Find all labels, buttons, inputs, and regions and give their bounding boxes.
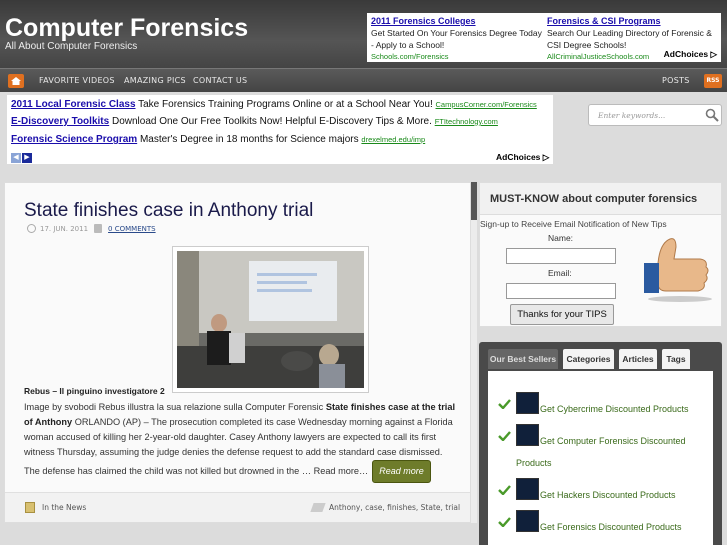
product-link[interactable]: Get Hackers Discounted Products <box>540 484 676 506</box>
product-thumbnail[interactable] <box>516 392 539 414</box>
ad-body: Search Our Leading Directory of Forensic… <box>547 28 712 50</box>
ad-url[interactable]: Schools.com/Forensics <box>371 51 543 63</box>
post-date: 17. JUN. 2011 <box>40 225 89 233</box>
tab-articles[interactable]: Articles <box>619 349 657 369</box>
link-ad-title[interactable]: 2011 Local Forensic Class <box>11 99 136 110</box>
product-thumbnail[interactable] <box>516 424 539 446</box>
rss-icon[interactable]: RSS <box>704 74 722 88</box>
link-ad-url[interactable]: FTItechnology.com <box>435 117 498 126</box>
tag-icon <box>310 503 326 512</box>
product-thumbnail[interactable] <box>516 478 539 500</box>
product-thumbnail[interactable] <box>516 510 539 532</box>
adchoices-link[interactable]: AdChoices ▷ <box>496 152 549 163</box>
product-link[interactable]: Products <box>516 452 552 474</box>
link-ad-unit: 2011 Local Forensic Class Take Forensics… <box>7 95 553 164</box>
adchoices-icon: ▷ <box>542 152 550 162</box>
clock-icon <box>27 224 36 233</box>
search-input[interactable]: Enter keywords... <box>598 111 665 120</box>
folder-icon <box>25 502 35 513</box>
link-ad-row[interactable]: Forensic Science Program Master's Degree… <box>11 134 425 145</box>
subscribe-button[interactable]: Thanks for your TIPS <box>510 304 614 325</box>
nav-item-favorite-videos[interactable]: FAVORITE VIDEOS <box>39 76 115 85</box>
product-link[interactable]: Get Forensics Discounted Products <box>540 516 682 538</box>
email-label: Email: <box>548 268 572 278</box>
excerpt-text: Image by svobodi Rebus illustra la sua r… <box>24 402 326 412</box>
home-icon[interactable] <box>8 74 24 88</box>
site-subtitle: All About Computer Forensics <box>5 41 138 52</box>
read-more-button[interactable]: Read more <box>372 460 431 483</box>
widget-title: MUST-KNOW about computer forensics <box>480 183 721 215</box>
link-ad-body: Master's Degree in 18 months for Science… <box>139 134 359 145</box>
link-ad-body: Take Forensics Training Programs Online … <box>138 99 433 110</box>
post-excerpt: Image by svobodi Rebus illustra la sua r… <box>24 400 459 483</box>
newsletter-widget: MUST-KNOW about computer forensics Sign-… <box>479 182 722 327</box>
next-arrow-icon[interactable]: ▶ <box>22 153 32 163</box>
tabs-widget: Our Best Sellers Categories Articles Tag… <box>479 342 722 545</box>
prev-arrow-icon[interactable]: ◀ <box>11 153 21 163</box>
checkmark-icon <box>498 485 511 495</box>
checkmark-icon <box>498 431 511 441</box>
adchoices-link[interactable]: AdChoices ▷ <box>664 49 717 60</box>
product-link[interactable]: Get Cybercrime Discounted Products <box>540 398 689 420</box>
tab-categories[interactable]: Categories <box>563 349 614 369</box>
site-header: Computer Forensics All About Computer Fo… <box>0 0 727 68</box>
ad-title[interactable]: Forensics & CSI Programs <box>547 15 719 27</box>
link-ad-row[interactable]: E-Discovery Toolkits Download One Our Fr… <box>11 116 498 127</box>
comment-icon <box>94 224 103 233</box>
link-ad-pager: ◀ ▶ <box>11 151 33 163</box>
name-field[interactable] <box>506 248 616 264</box>
link-ad-title[interactable]: E-Discovery Toolkits <box>11 116 109 127</box>
category-link[interactable]: In the News <box>42 503 86 512</box>
post-meta: 17. JUN. 2011 0 COMMENTS <box>27 224 156 233</box>
link-ad-url[interactable]: CampusCorner.com/Forensics <box>436 100 537 109</box>
thumbs-up-icon <box>644 238 712 302</box>
post-card: State finishes case in Anthony trial 17.… <box>4 182 471 523</box>
tab-tags[interactable]: Tags <box>662 349 690 369</box>
search-box[interactable]: Enter keywords... <box>588 104 722 126</box>
presentation-photo <box>177 251 364 388</box>
nav-item-contact-us[interactable]: CONTACT US <box>193 76 247 85</box>
header-ad: 2011 Forensics Colleges Get Started On Y… <box>367 13 721 62</box>
post-footer: In the News Anthony, case, finishes, Sta… <box>5 492 470 522</box>
product-link[interactable]: Get Computer Forensics Discounted <box>540 430 686 452</box>
nav-item-posts[interactable]: POSTS <box>662 76 690 85</box>
adchoices-icon: ▷ <box>710 49 717 59</box>
newsletter-intro: Sign-up to Receive Email Notification of… <box>480 219 667 229</box>
comments-link[interactable]: 0 COMMENTS <box>108 225 156 233</box>
content-scrollbar[interactable] <box>471 182 477 523</box>
tab-best-sellers[interactable]: Our Best Sellers <box>488 349 558 369</box>
link-ad-title[interactable]: Forensic Science Program <box>11 134 137 145</box>
header-ad-col-1[interactable]: 2011 Forensics Colleges Get Started On Y… <box>371 15 543 63</box>
main-nav: FAVORITE VIDEOS AMAZING PICS CONTACT US … <box>0 68 727 92</box>
link-ad-row[interactable]: 2011 Local Forensic Class Take Forensics… <box>11 99 537 110</box>
email-field[interactable] <box>506 283 616 299</box>
post-image[interactable] <box>172 246 369 393</box>
scrollbar-thumb[interactable] <box>471 182 477 220</box>
image-caption: Rebus – Il pinguino investigatore 2 <box>24 386 165 396</box>
tags-list[interactable]: Anthony, case, finishes, State, trial <box>329 503 460 512</box>
best-sellers-panel: Get Cybercrime Discounted Products Get C… <box>488 371 713 545</box>
ad-title[interactable]: 2011 Forensics Colleges <box>371 15 543 27</box>
checkmark-icon <box>498 399 511 409</box>
ad-body: Get Started On Your Forensics Degree Tod… <box>371 28 542 50</box>
name-label: Name: <box>548 233 574 243</box>
link-ad-body: Download One Our Free Toolkits Now! Help… <box>111 116 432 127</box>
checkmark-icon <box>498 517 511 527</box>
nav-item-amazing-pics[interactable]: AMAZING PICS <box>124 76 186 85</box>
site-title[interactable]: Computer Forensics <box>5 14 248 43</box>
search-icon[interactable] <box>705 108 719 122</box>
link-ad-url[interactable]: drexelmed.edu/imp <box>361 135 425 144</box>
post-title[interactable]: State finishes case in Anthony trial <box>24 200 313 222</box>
